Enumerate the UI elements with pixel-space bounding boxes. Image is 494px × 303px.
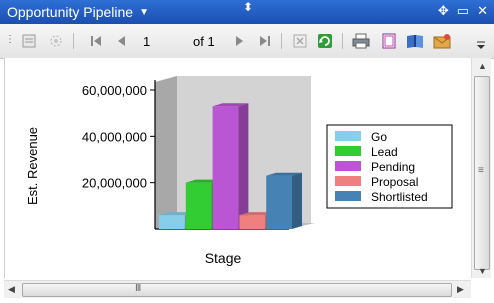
legend-swatch-lead (335, 146, 361, 156)
page-count-label: of 1 (193, 34, 215, 49)
report-body: 60,000,000 40,000,000 20,000,000 Est. Reve… (4, 58, 472, 278)
legend-swatch-shortlisted (335, 191, 361, 201)
close-icon[interactable]: ✕ (477, 3, 488, 19)
last-page-icon[interactable] (256, 32, 274, 50)
y-tick-label: 20,000,000 (82, 176, 147, 191)
window-title: Opportunity Pipeline (7, 4, 134, 20)
move-icon[interactable]: ✥ (438, 3, 449, 19)
chevron-down-icon: ▼ (139, 6, 149, 18)
vertical-scrollbar[interactable]: ▲ ≡ ▼ (471, 58, 491, 278)
chart-left-wall (155, 76, 177, 229)
revenue-bar-chart: 60,000,000 40,000,000 20,000,000 Est. Reve… (25, 76, 453, 266)
maximize-icon[interactable]: ▭ (457, 3, 469, 19)
bar-front-lead (185, 182, 212, 229)
print-layout-icon[interactable] (380, 32, 398, 50)
y-tick-label: 40,000,000 (82, 129, 147, 144)
report-toolbar: ⋮ 1 of 1 (0, 24, 494, 59)
window-title-dropdown[interactable]: Opportunity Pipeline ▼ (7, 4, 149, 20)
scroll-grip-icon: ≡ (478, 165, 484, 176)
y-axis-label: Est. Revenue (25, 127, 40, 205)
legend-swatch-pending (335, 161, 361, 171)
scroll-grip-icon: III (135, 283, 141, 294)
previous-page-icon[interactable] (113, 32, 131, 50)
toolbar-grip-icon[interactable]: ⋮ (5, 34, 15, 45)
toolbar-separator (281, 33, 282, 49)
parameters-icon[interactable] (47, 32, 65, 50)
legend-swatch-go (335, 131, 361, 141)
legend-swatch-proposal (335, 176, 361, 186)
legend-label-lead: Lead (371, 145, 398, 159)
toolbar-separator (73, 33, 74, 49)
y-tick-label: 60,000,000 (82, 83, 147, 98)
export-icon[interactable] (433, 32, 451, 50)
scroll-up-icon[interactable]: ▲ (478, 61, 487, 71)
toolbar-separator (342, 33, 343, 49)
bar-front-proposal (239, 215, 266, 229)
horizontal-scrollbar[interactable]: ◀ III ▶ (4, 280, 471, 298)
document-map-icon[interactable] (20, 32, 38, 50)
bar-front-shortlisted (266, 175, 292, 229)
report-window: Opportunity Pipeline ▼ ⬍ ✥ ▭ ✕ ⋮ 1 of 1 (0, 0, 494, 303)
refresh-icon[interactable] (316, 32, 334, 50)
vertical-scroll-thumb[interactable]: ≡ (474, 76, 490, 270)
bar-front-go (159, 215, 185, 229)
print-icon[interactable] (352, 32, 370, 50)
bar-side-pending (238, 103, 249, 229)
scroll-right-icon[interactable]: ▶ (457, 284, 464, 295)
legend-label-proposal: Proposal (371, 175, 418, 189)
stop-icon[interactable] (291, 32, 309, 50)
bar-front-pending (212, 106, 239, 229)
title-bar: Opportunity Pipeline ▼ ⬍ ✥ ▭ ✕ (0, 0, 494, 24)
legend-label-pending: Pending (371, 160, 415, 174)
x-axis-label: Stage (205, 250, 242, 266)
scroll-left-icon[interactable]: ◀ (8, 284, 15, 295)
bar-side-shortlisted (292, 172, 302, 229)
next-page-icon[interactable] (230, 32, 248, 50)
toolbar-overflow-icon[interactable] (472, 36, 490, 54)
legend-label-shortlisted: Shortlisted (371, 190, 428, 204)
scroll-down-icon[interactable]: ▼ (478, 266, 487, 276)
page-setup-icon[interactable] (406, 32, 424, 50)
horizontal-scroll-thumb[interactable]: III (22, 283, 452, 297)
first-page-icon[interactable] (87, 32, 105, 50)
legend-label-go: Go (371, 130, 387, 144)
resize-updown-icon[interactable]: ⬍ (243, 1, 253, 13)
chart-legend: GoLeadPendingProposalShortlisted (326, 124, 453, 209)
current-page-input[interactable]: 1 (143, 34, 150, 49)
